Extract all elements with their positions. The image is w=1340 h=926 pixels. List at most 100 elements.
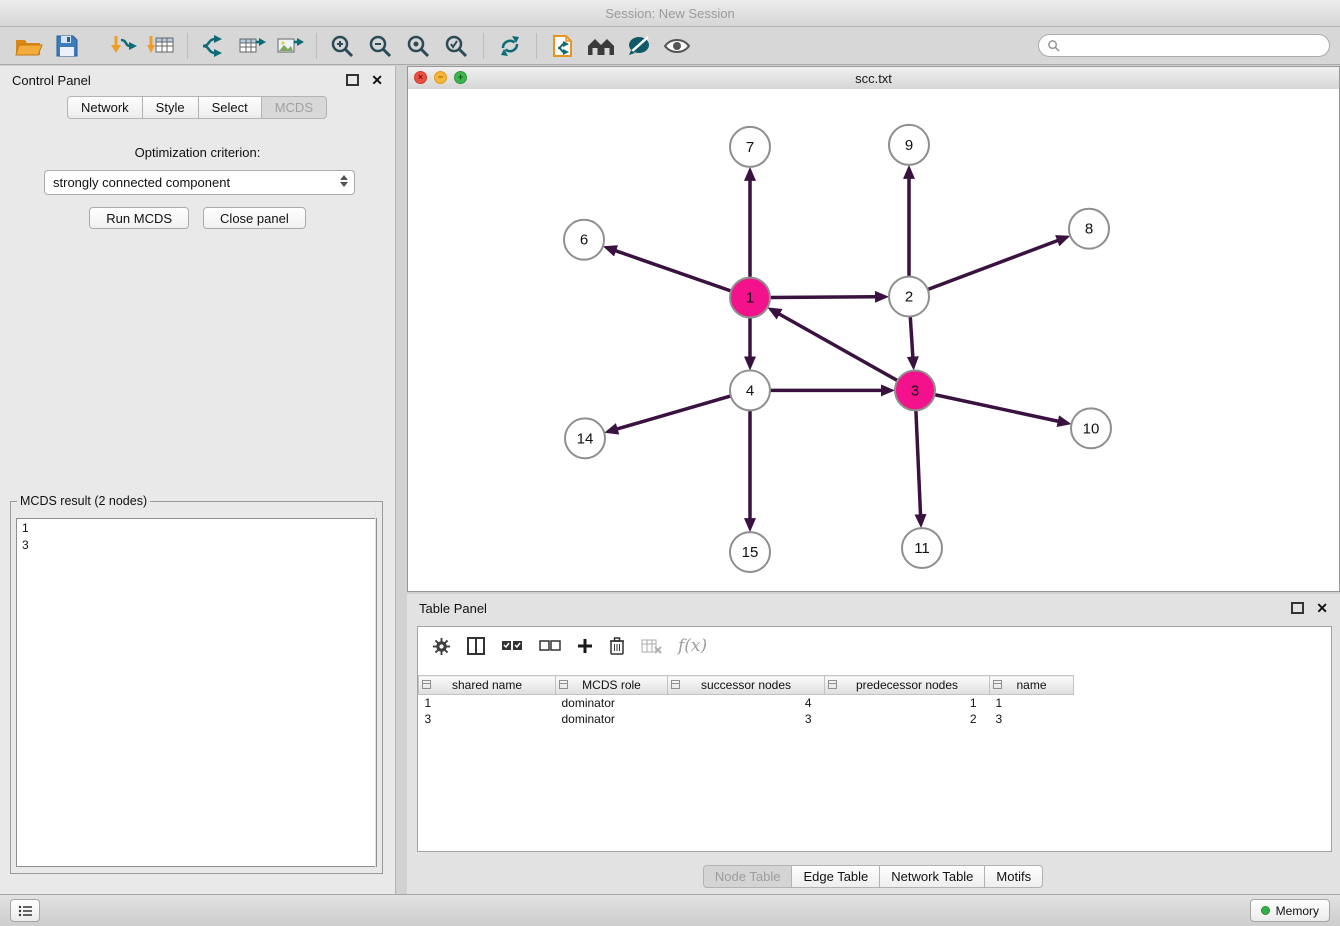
zoom-selected-button[interactable]	[438, 30, 476, 62]
table-header-row: shared nameMCDS rolesuccessor nodesprede…	[419, 676, 1332, 695]
status-list-button[interactable]	[10, 899, 40, 922]
home-button[interactable]	[582, 30, 620, 62]
node-4[interactable]: 4	[730, 370, 770, 410]
node-10[interactable]: 10	[1071, 408, 1111, 448]
node-8[interactable]: 8	[1069, 209, 1109, 249]
memory-button[interactable]: Memory	[1250, 899, 1330, 922]
open-file-button[interactable]	[10, 30, 48, 62]
show-columns-button[interactable]	[467, 637, 485, 655]
network-window-titlebar: × − + scc.txt	[408, 67, 1339, 90]
edge-4-14[interactable]	[617, 396, 731, 429]
result-line: 3	[22, 537, 371, 554]
tab-style[interactable]: Style	[142, 96, 199, 119]
node-7[interactable]: 7	[730, 127, 770, 167]
import-network-button[interactable]	[104, 30, 142, 62]
save-session-button[interactable]	[48, 30, 86, 62]
close-window-icon[interactable]: ×	[414, 71, 427, 84]
mcds-result-box: MCDS result (2 nodes) 13	[10, 494, 383, 874]
optimization-dropdown[interactable]: strongly connected component	[44, 170, 355, 195]
zoom-in-button[interactable]	[324, 30, 362, 62]
table-row[interactable]: 1dominator411	[419, 695, 1332, 712]
show-hide-button[interactable]	[658, 30, 696, 62]
edge-2-8[interactable]	[928, 240, 1058, 289]
column-header-name[interactable]: name	[990, 676, 1074, 695]
select-all-button[interactable]	[501, 638, 523, 654]
table-row[interactable]: 3dominator323	[419, 711, 1332, 727]
node-1[interactable]: 1	[730, 278, 770, 318]
edge-3-11[interactable]	[916, 410, 921, 515]
close-table-panel-icon[interactable]: ✕	[1316, 601, 1328, 615]
edge-2-3[interactable]	[910, 317, 913, 358]
control-panel: Control Panel ✕ NetworkStyleSelectMCDS O…	[0, 66, 396, 894]
apply-style-button[interactable]	[620, 30, 658, 62]
table-panel-box: f(x) shared nameMCDS rolesuccessor nodes…	[417, 626, 1332, 852]
refresh-icon	[497, 34, 523, 58]
zoom-fit-button[interactable]	[400, 30, 438, 62]
delete-table-icon	[641, 638, 662, 654]
floppy-disk-icon	[56, 35, 78, 57]
edge-3-1[interactable]	[779, 314, 898, 381]
node-3[interactable]: 3	[895, 370, 935, 410]
function-builder-button[interactable]: f(x)	[678, 636, 707, 656]
node-15[interactable]: 15	[730, 532, 770, 572]
new-network-button[interactable]	[195, 30, 233, 62]
columns-icon	[467, 637, 485, 655]
edge-1-6[interactable]	[615, 251, 731, 291]
toolbar-separator	[536, 33, 537, 59]
result-line: 1	[22, 520, 371, 537]
edge-3-10[interactable]	[935, 395, 1059, 422]
node-9[interactable]: 9	[889, 125, 929, 165]
svg-text:15: 15	[742, 544, 759, 561]
run-mcds-button[interactable]: Run MCDS	[89, 207, 189, 229]
eye-icon	[663, 35, 691, 57]
memory-label: Memory	[1276, 904, 1319, 918]
tab-mcds[interactable]: MCDS	[261, 96, 327, 119]
window-controls: × − +	[414, 71, 467, 84]
network-canvas[interactable]: 1 2 3 4 6 7 8 9 10 11 14 15	[408, 89, 1339, 591]
tab-node-table[interactable]: Node Table	[703, 865, 793, 888]
table-tabs: Node TableEdge TableNetwork TableMotifs	[407, 865, 1340, 888]
search-box[interactable]	[1038, 34, 1330, 57]
tab-network[interactable]: Network	[67, 96, 143, 119]
delete-table-button[interactable]	[641, 638, 662, 654]
tab-edge-table[interactable]: Edge Table	[791, 865, 880, 888]
node-6[interactable]: 6	[564, 220, 604, 260]
new-network-from-selection-button[interactable]	[544, 30, 582, 62]
tab-network-table[interactable]: Network Table	[879, 865, 985, 888]
zoom-out-button[interactable]	[362, 30, 400, 62]
tab-motifs[interactable]: Motifs	[984, 865, 1043, 888]
optimization-label: Optimization criterion:	[0, 145, 395, 160]
style-icon	[626, 34, 652, 58]
node-11[interactable]: 11	[902, 528, 942, 568]
table-mode-button[interactable]	[432, 637, 451, 656]
deselect-all-button[interactable]	[539, 638, 561, 654]
column-header-shared-name[interactable]: shared name	[419, 676, 556, 695]
column-header-MCDS-role[interactable]: MCDS role	[556, 676, 668, 695]
minimize-window-icon[interactable]: −	[434, 71, 447, 84]
tab-select[interactable]: Select	[198, 96, 262, 119]
close-panel-button[interactable]: Close panel	[203, 207, 306, 229]
export-image-button[interactable]	[271, 30, 309, 62]
list-icon	[18, 905, 32, 917]
svg-text:7: 7	[746, 139, 754, 156]
import-table-button[interactable]	[142, 30, 180, 62]
edge-1-2[interactable]	[770, 297, 876, 298]
node-14[interactable]: 14	[565, 418, 605, 458]
new-column-button[interactable]	[577, 638, 593, 654]
column-header-successor-nodes[interactable]: successor nodes	[668, 676, 825, 695]
control-panel-title: Control Panel	[12, 73, 91, 88]
delete-column-button[interactable]	[609, 637, 625, 655]
search-input[interactable]	[1065, 38, 1321, 54]
float-panel-icon[interactable]	[346, 74, 359, 86]
share-network-icon	[200, 34, 228, 58]
toolbar-separator	[316, 33, 317, 59]
network-window: × − + scc.txt 1 2 3 4 6 7 8 9 10 11 14 15	[407, 66, 1340, 592]
refresh-button[interactable]	[491, 30, 529, 62]
zoom-window-icon[interactable]: +	[454, 71, 467, 84]
node-2[interactable]: 2	[889, 277, 929, 317]
column-header-predecessor-nodes[interactable]: predecessor nodes	[825, 676, 990, 695]
float-table-panel-icon[interactable]	[1291, 602, 1304, 614]
new-table-button[interactable]	[233, 30, 271, 62]
column-type-icon	[559, 680, 568, 689]
close-panel-icon[interactable]: ✕	[371, 73, 383, 87]
